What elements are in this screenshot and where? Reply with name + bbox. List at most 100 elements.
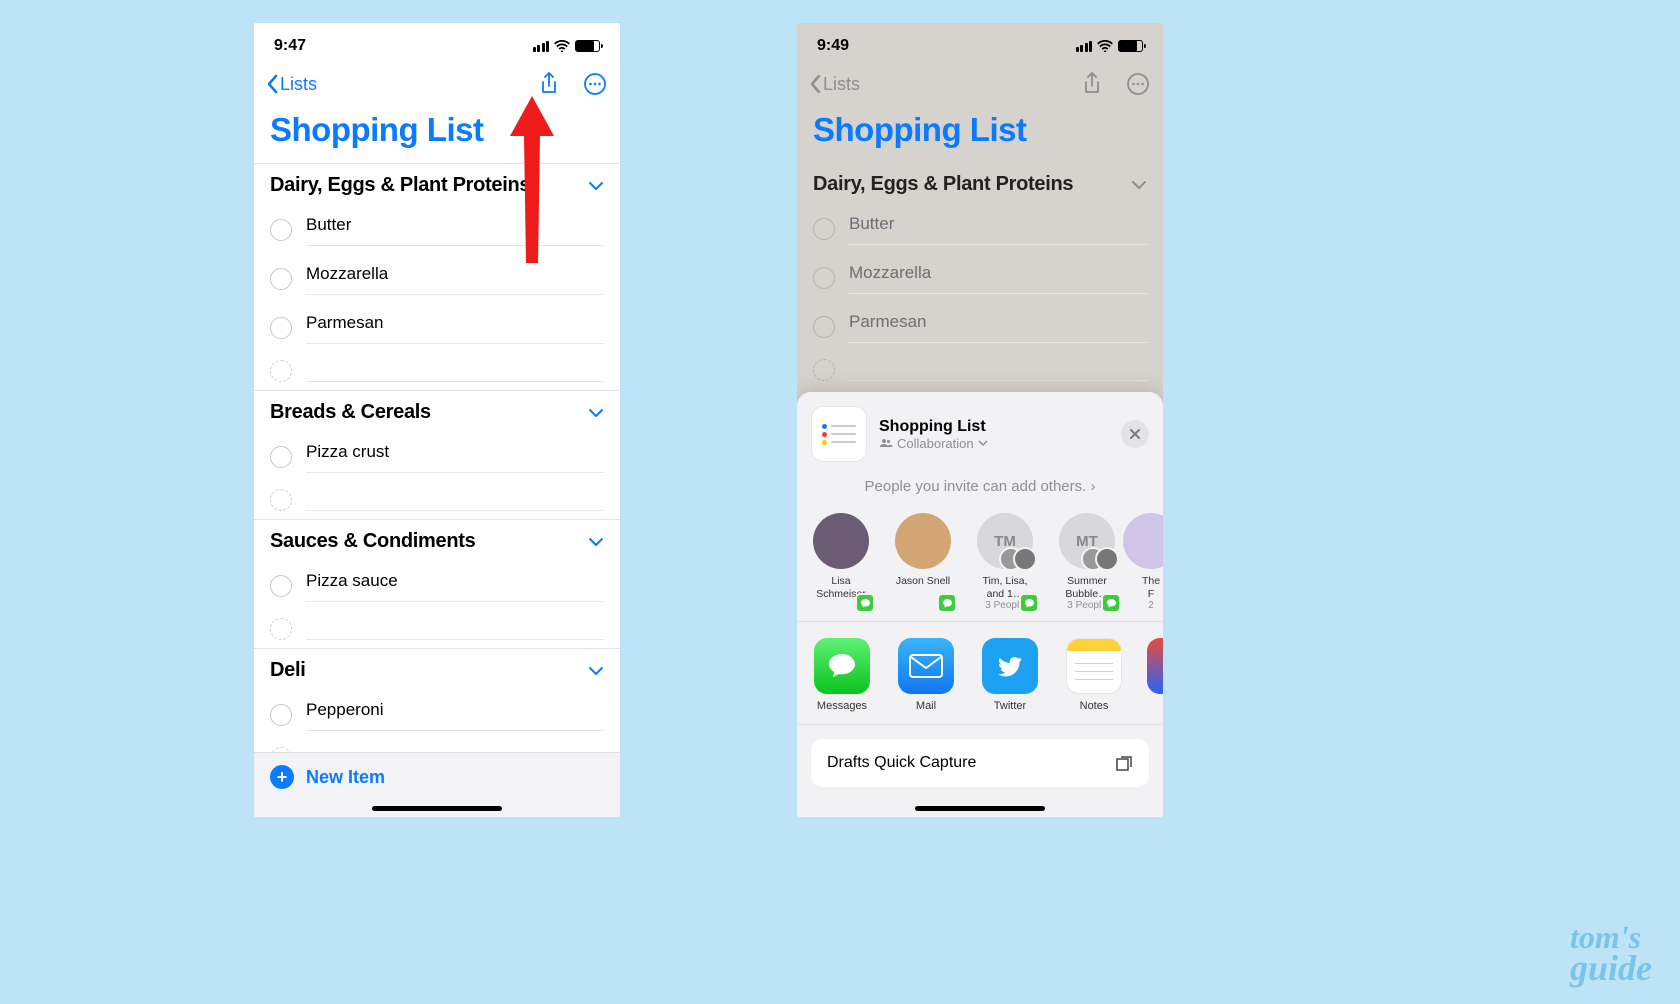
share-contacts-row: Lisa Schmeiser Jason Snell TM Tim, Lisa,… [797, 509, 1163, 622]
avatar [895, 513, 951, 569]
more-button[interactable] [582, 71, 608, 97]
share-app-twitter[interactable]: Twitter [979, 638, 1041, 712]
checkbox-circle[interactable] [813, 218, 835, 240]
list-item[interactable]: Parmesan [254, 303, 620, 352]
checkbox-circle[interactable] [270, 317, 292, 339]
list-item-empty[interactable] [254, 481, 620, 519]
messages-badge-icon [855, 593, 875, 613]
app-icon [1147, 638, 1163, 694]
share-contact[interactable]: TM Tim, Lisa, and 1… 3 People [975, 513, 1035, 611]
share-app-mail[interactable]: Mail [895, 638, 957, 712]
phone-screenshot-right: 9:49 Lists Shopping List Dairy, Eggs & P… [797, 23, 1163, 817]
section-header[interactable]: Sauces & Condiments [254, 519, 620, 561]
share-contact[interactable]: The F 2 [1139, 513, 1163, 611]
checkbox-circle[interactable] [813, 267, 835, 289]
share-contact[interactable]: Jason Snell [893, 513, 953, 611]
chevron-down-icon [588, 408, 604, 418]
section-title: Sauces & Condiments [270, 530, 475, 553]
chevron-down-icon [588, 181, 604, 191]
wifi-icon [554, 40, 570, 52]
status-time: 9:47 [274, 37, 306, 55]
share-action-drafts[interactable]: Drafts Quick Capture [811, 739, 1149, 787]
share-icon [1082, 72, 1102, 96]
share-contact[interactable]: MT Summer Bubble… 3 People [1057, 513, 1117, 611]
twitter-icon [982, 638, 1038, 694]
section-title: Deli [270, 659, 305, 682]
list-item[interactable]: Butter [797, 204, 1163, 253]
avatar-group: MT [1059, 513, 1115, 569]
section-header[interactable]: Breads & Cereals [254, 390, 620, 432]
mail-icon [898, 638, 954, 694]
list-item-empty[interactable] [797, 351, 1163, 389]
open-in-icon [1115, 754, 1133, 772]
navigation-bar: Lists [797, 63, 1163, 105]
section-header[interactable]: Deli [254, 648, 620, 690]
add-icon[interactable]: + [270, 765, 294, 789]
new-item-button[interactable]: New Item [306, 767, 385, 788]
checkbox-circle[interactable] [270, 268, 292, 290]
battery-icon [1118, 40, 1143, 52]
messages-badge-icon [1101, 593, 1121, 613]
checkbox-placeholder[interactable] [270, 618, 292, 640]
share-apps-row: Messages Mail Twitter Notes [797, 622, 1163, 725]
battery-icon [575, 40, 600, 52]
share-button[interactable] [536, 71, 562, 97]
section-header[interactable]: Dairy, Eggs & Plant Proteins [254, 163, 620, 205]
checkbox-placeholder[interactable] [270, 489, 292, 511]
checkbox-circle[interactable] [270, 575, 292, 597]
section-header[interactable]: Dairy, Eggs & Plant Proteins [797, 163, 1163, 204]
chevron-down-icon [588, 537, 604, 547]
list-item[interactable]: Mozzarella [797, 253, 1163, 302]
share-button[interactable] [1079, 71, 1105, 97]
close-icon [1129, 428, 1141, 440]
cellular-icon [1076, 41, 1093, 52]
share-app-messages[interactable]: Messages [811, 638, 873, 712]
collaboration-selector[interactable]: Collaboration [879, 436, 1109, 451]
back-button[interactable]: Lists [809, 74, 860, 95]
avatar [1123, 513, 1163, 569]
chevron-down-icon [978, 440, 988, 446]
watermark: tom's guide [1570, 923, 1652, 984]
checkbox-placeholder[interactable] [813, 359, 835, 381]
back-label: Lists [280, 74, 317, 95]
messages-badge-icon [1019, 593, 1039, 613]
list-item[interactable]: Pizza crust [254, 432, 620, 481]
reminders-app-icon [811, 406, 867, 462]
people-icon [879, 438, 893, 448]
list-item[interactable]: Pepperoni [254, 690, 620, 739]
list-item[interactable]: Pizza sauce [254, 561, 620, 610]
checkbox-circle[interactable] [813, 316, 835, 338]
list-item[interactable]: Butter [254, 205, 620, 254]
status-icons [533, 40, 601, 52]
chevron-left-icon [809, 74, 821, 94]
list-item-empty[interactable] [254, 610, 620, 648]
share-header: Shopping List Collaboration [797, 392, 1163, 470]
list-title: Shopping List [797, 105, 1163, 163]
back-button[interactable]: Lists [266, 74, 317, 95]
more-button[interactable] [1125, 71, 1151, 97]
share-contact[interactable]: Lisa Schmeiser [811, 513, 871, 611]
share-app-notes[interactable]: Notes [1063, 638, 1125, 712]
list-item-empty[interactable] [254, 352, 620, 390]
checkbox-placeholder[interactable] [270, 360, 292, 382]
wifi-icon [1097, 40, 1113, 52]
messages-badge-icon [937, 593, 957, 613]
list-item[interactable]: Parmesan [797, 302, 1163, 351]
status-icons [1076, 40, 1144, 52]
home-indicator [372, 806, 502, 811]
checkbox-circle[interactable] [270, 446, 292, 468]
list-title: Shopping List [254, 105, 620, 163]
cellular-icon [533, 41, 550, 52]
share-app-more[interactable] [1147, 638, 1163, 712]
share-permissions-row[interactable]: People you invite can add others. [797, 470, 1163, 509]
chevron-down-icon [588, 666, 604, 676]
home-indicator [915, 806, 1045, 811]
share-item-name: Shopping List [879, 418, 1109, 436]
section-title: Dairy, Eggs & Plant Proteins [270, 174, 530, 197]
close-button[interactable] [1121, 420, 1149, 448]
section-title: Breads & Cereals [270, 401, 431, 424]
checkbox-circle[interactable] [270, 219, 292, 241]
list-item[interactable]: Mozzarella [254, 254, 620, 303]
checkbox-circle[interactable] [270, 704, 292, 726]
messages-icon [814, 638, 870, 694]
